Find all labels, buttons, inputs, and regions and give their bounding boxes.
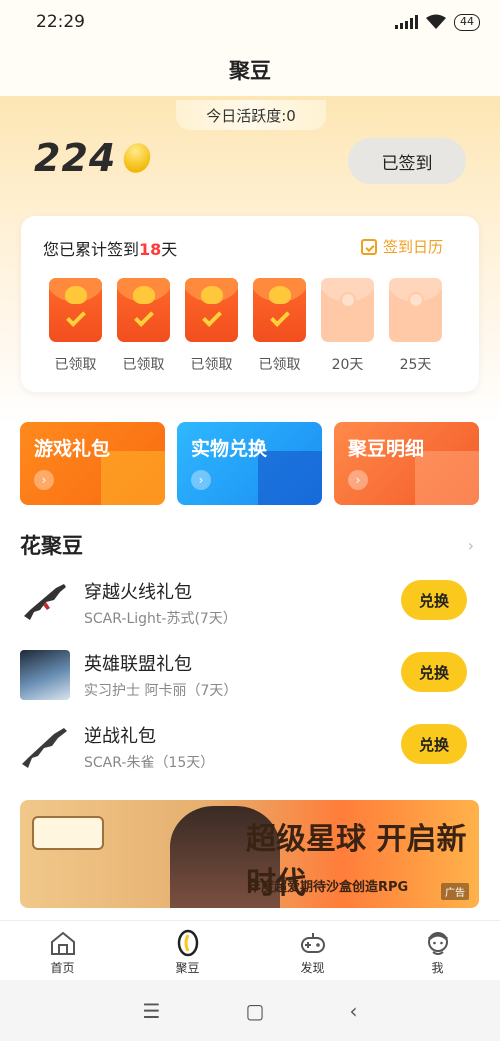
arrow-right-icon: › bbox=[191, 470, 211, 490]
list-item: 逆战礼包 SCAR-朱雀（15天） 兑换 bbox=[0, 716, 500, 784]
item-name: 英雄联盟礼包 bbox=[84, 654, 192, 675]
arrow-right-icon: › bbox=[348, 470, 368, 490]
reward-label: 已领取 bbox=[258, 357, 301, 373]
promo-banner[interactable]: 超级星球 开启新时代 年度超爱期待沙盒创造RPG 广告 bbox=[20, 800, 479, 908]
calendar-icon bbox=[360, 238, 377, 255]
red-envelope-icon bbox=[185, 278, 238, 342]
exchange-button[interactable]: 兑换 bbox=[401, 724, 467, 764]
reward-label: 20天 bbox=[331, 357, 364, 373]
bottom-tabbar: 首页 聚豆 发现 我 bbox=[0, 920, 500, 980]
tab-home[interactable]: 首页 bbox=[0, 921, 125, 980]
reward-label: 已领取 bbox=[122, 357, 165, 373]
item-name: 逆战礼包 bbox=[84, 726, 156, 747]
tile-game-gifts[interactable]: 游戏礼包 › bbox=[20, 422, 165, 505]
checkin-days: 18 bbox=[139, 240, 162, 259]
home-icon bbox=[50, 931, 75, 955]
tab-label: 我 bbox=[431, 961, 444, 975]
reward-list: 已领取 已领取 已领取 已领取 20天 25天 bbox=[49, 278, 442, 374]
ad-label: 广告 bbox=[441, 883, 469, 900]
reward-item[interactable]: 已领取 bbox=[117, 278, 170, 374]
checkin-title: 您已累计签到18天 bbox=[43, 236, 177, 260]
red-envelope-icon bbox=[253, 278, 306, 342]
feature-tiles: 游戏礼包 › 实物兑换 › 聚豆明细 › bbox=[20, 422, 479, 505]
reward-label: 已领取 bbox=[190, 357, 233, 373]
rifle-thumbnail bbox=[20, 722, 70, 772]
chevron-right-icon[interactable]: › bbox=[468, 536, 474, 555]
tile-bean-details[interactable]: 聚豆明细 › bbox=[334, 422, 479, 505]
app-header: 聚豆 bbox=[0, 44, 500, 96]
tab-label: 发现 bbox=[300, 961, 325, 975]
reward-item[interactable]: 已领取 bbox=[49, 278, 102, 374]
signed-in-button[interactable]: 已签到 bbox=[348, 138, 466, 184]
item-name: 穿越火线礼包 bbox=[84, 582, 192, 603]
tile-label: 游戏礼包 bbox=[34, 438, 111, 460]
bean-icon bbox=[119, 139, 155, 177]
points-value: 224 bbox=[34, 136, 117, 180]
profile-icon bbox=[427, 932, 448, 955]
red-envelope-icon bbox=[321, 278, 374, 342]
back-icon[interactable]: ‹ bbox=[349, 999, 357, 1023]
points-display: 224 bbox=[34, 136, 155, 180]
reward-item[interactable]: 已领取 bbox=[185, 278, 238, 374]
tab-beans[interactable]: 聚豆 bbox=[125, 921, 250, 980]
reward-item[interactable]: 已领取 bbox=[253, 278, 306, 374]
item-subtitle: SCAR-朱雀（15天） bbox=[84, 755, 215, 771]
gamepad-icon bbox=[300, 933, 325, 953]
banner-subtitle: 年度超爱期待沙盒创造RPG bbox=[248, 880, 409, 895]
tab-discover[interactable]: 发现 bbox=[250, 921, 375, 980]
red-envelope-icon bbox=[389, 278, 442, 342]
status-bar: 22:29 44 bbox=[0, 0, 500, 44]
bean-icon bbox=[177, 929, 198, 957]
checkin-card: 您已累计签到18天 签到日历 已领取 已领取 已领取 已领取 20天 25天 bbox=[21, 216, 479, 392]
list-item: 英雄联盟礼包 实习护士 阿卡丽（7天） 兑换 bbox=[0, 644, 500, 712]
red-envelope-icon bbox=[49, 278, 102, 342]
activity-badge: 今日活跃度:0 bbox=[176, 100, 326, 130]
champion-thumbnail bbox=[20, 650, 70, 700]
menu-icon[interactable]: ☰ bbox=[143, 999, 161, 1023]
item-subtitle: SCAR-Light-苏式(7天） bbox=[84, 611, 237, 627]
red-envelope-icon bbox=[117, 278, 170, 342]
tile-goods-exchange[interactable]: 实物兑换 › bbox=[177, 422, 322, 505]
tab-me[interactable]: 我 bbox=[375, 921, 500, 980]
signal-icon bbox=[395, 15, 418, 29]
page-title: 聚豆 bbox=[229, 59, 271, 83]
reward-label: 已领取 bbox=[54, 357, 97, 373]
wifi-icon bbox=[426, 14, 446, 29]
list-item: 穿越火线礼包 SCAR-Light-苏式(7天） 兑换 bbox=[0, 572, 500, 640]
game-logo bbox=[32, 816, 104, 850]
rifle-thumbnail bbox=[20, 578, 70, 628]
arrow-right-icon: › bbox=[34, 470, 54, 490]
reward-label: 25天 bbox=[399, 357, 432, 373]
system-navigation: ☰ ▢ ‹ bbox=[0, 980, 500, 1041]
tab-label: 首页 bbox=[50, 961, 75, 975]
exchange-button[interactable]: 兑换 bbox=[401, 580, 467, 620]
battery-icon: 44 bbox=[454, 13, 480, 31]
exchange-button[interactable]: 兑换 bbox=[401, 652, 467, 692]
calendar-label: 签到日历 bbox=[382, 238, 443, 256]
item-subtitle: 实习护士 阿卡丽（7天） bbox=[84, 683, 238, 699]
tile-label: 实物兑换 bbox=[191, 438, 268, 460]
tab-label: 聚豆 bbox=[175, 961, 200, 975]
page: { "status_bar": {"time": "22:29", "batte… bbox=[0, 0, 500, 1041]
status-time: 22:29 bbox=[36, 12, 85, 32]
reward-item[interactable]: 25天 bbox=[389, 278, 442, 374]
checkin-calendar-link[interactable]: 签到日历 bbox=[360, 236, 443, 257]
section-title: 花聚豆 bbox=[20, 534, 83, 558]
checkin-prefix: 您已累计签到 bbox=[43, 240, 140, 259]
tile-label: 聚豆明细 bbox=[348, 438, 425, 460]
reward-item[interactable]: 20天 bbox=[321, 278, 374, 374]
home-button-icon[interactable]: ▢ bbox=[246, 999, 265, 1023]
status-icons: 44 bbox=[395, 13, 480, 31]
checkin-suffix: 天 bbox=[161, 240, 178, 259]
